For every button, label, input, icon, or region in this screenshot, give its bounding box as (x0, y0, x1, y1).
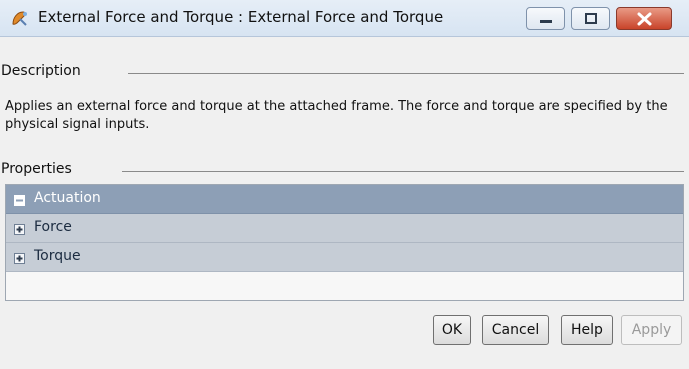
property-row-label: Force (34, 219, 72, 235)
minimize-button[interactable] (526, 7, 565, 30)
properties-divider (122, 171, 684, 172)
ok-button[interactable]: OK (433, 315, 471, 345)
description-divider (128, 73, 684, 74)
property-group-label: Actuation (34, 190, 101, 206)
expand-icon[interactable] (14, 223, 25, 235)
description-heading: Description (1, 63, 85, 79)
window-title: External Force and Torque : External For… (38, 8, 444, 26)
properties-heading: Properties (1, 161, 76, 177)
property-row-torque[interactable]: Torque (6, 243, 683, 272)
dialog-window: External Force and Torque : External For… (0, 0, 689, 369)
apply-button[interactable]: Apply (621, 315, 682, 345)
block-mask-icon (10, 9, 30, 29)
title-bar[interactable]: External Force and Torque : External For… (0, 0, 689, 37)
help-button[interactable]: Help (561, 315, 613, 345)
property-group-actuation[interactable]: Actuation (6, 185, 683, 214)
property-row-label: Torque (34, 248, 81, 264)
close-icon (637, 12, 652, 26)
collapse-icon[interactable] (14, 194, 25, 206)
maximize-button[interactable] (571, 7, 610, 30)
maximize-icon (585, 13, 597, 24)
description-text: Applies an external force and torque at … (5, 99, 668, 132)
expand-icon[interactable] (14, 252, 25, 264)
property-row-force[interactable]: Force (6, 214, 683, 243)
cancel-button[interactable]: Cancel (482, 315, 549, 345)
close-button[interactable] (616, 7, 672, 30)
property-grid: Actuation Force Torque (5, 184, 684, 301)
minimize-icon (540, 20, 552, 23)
